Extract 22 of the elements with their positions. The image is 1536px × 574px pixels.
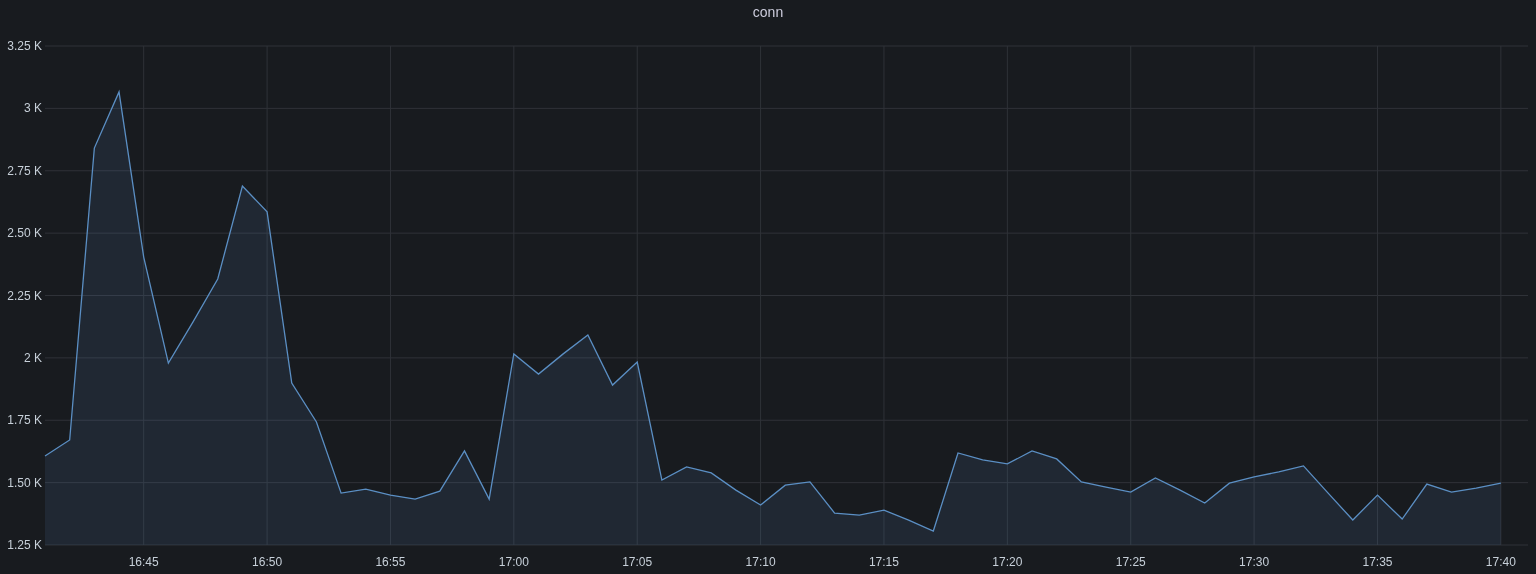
x-tick-label: 17:30: [1239, 555, 1270, 569]
x-tick-label: 17:05: [622, 555, 653, 569]
y-tick-label: 2.75 K: [7, 163, 42, 178]
x-tick-label: 17:40: [1485, 555, 1516, 569]
x-tick-label: 17:35: [1362, 555, 1393, 569]
y-tick-label: 2.50 K: [7, 226, 42, 241]
y-tick-label: 3 K: [24, 101, 42, 116]
x-tick-label: 17:00: [498, 555, 529, 569]
y-tick-label: 1.25 K: [7, 538, 42, 552]
y-tick-label: 2.25 K: [7, 288, 42, 303]
chart-title: conn: [752, 2, 784, 22]
x-tick-label: 17:10: [745, 555, 776, 569]
x-tick-label: 16:45: [128, 555, 159, 569]
x-tick-label: 17:25: [1115, 555, 1146, 569]
y-tick-label: 2 K: [24, 350, 42, 365]
x-tick-label: 17:20: [992, 555, 1023, 569]
x-tick-label: 16:50: [252, 555, 283, 569]
y-tick-label: 3.25 K: [7, 39, 42, 53]
y-tick-label: 1.50 K: [7, 475, 42, 490]
x-tick-label: 16:55: [375, 555, 406, 569]
y-tick-label: 1.75 K: [7, 413, 42, 428]
x-tick-label: 17:15: [868, 555, 899, 569]
